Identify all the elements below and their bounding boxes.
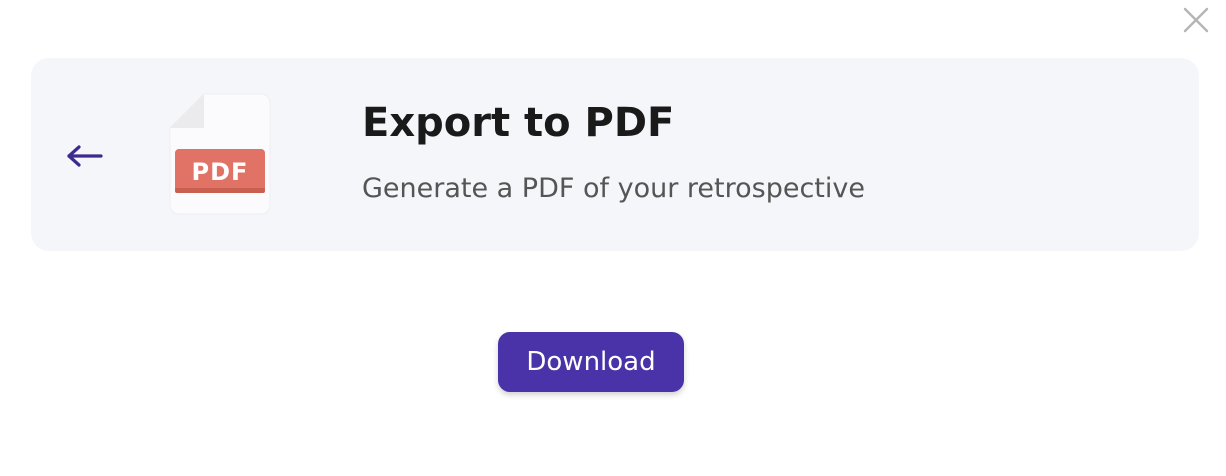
pdf-file-icon-label: PDF [192,158,249,186]
back-button[interactable] [60,138,110,174]
pdf-file-icon: PDF [169,93,271,215]
export-pdf-dialog: PDF Export to PDF Generate a PDF of your… [0,0,1226,476]
close-icon [1183,7,1209,33]
page-subtitle: Generate a PDF of your retrospective [362,173,865,204]
download-button[interactable]: Download [498,332,684,392]
page-title: Export to PDF [362,100,675,146]
arrow-left-icon [67,145,103,167]
close-button[interactable] [1178,2,1214,38]
